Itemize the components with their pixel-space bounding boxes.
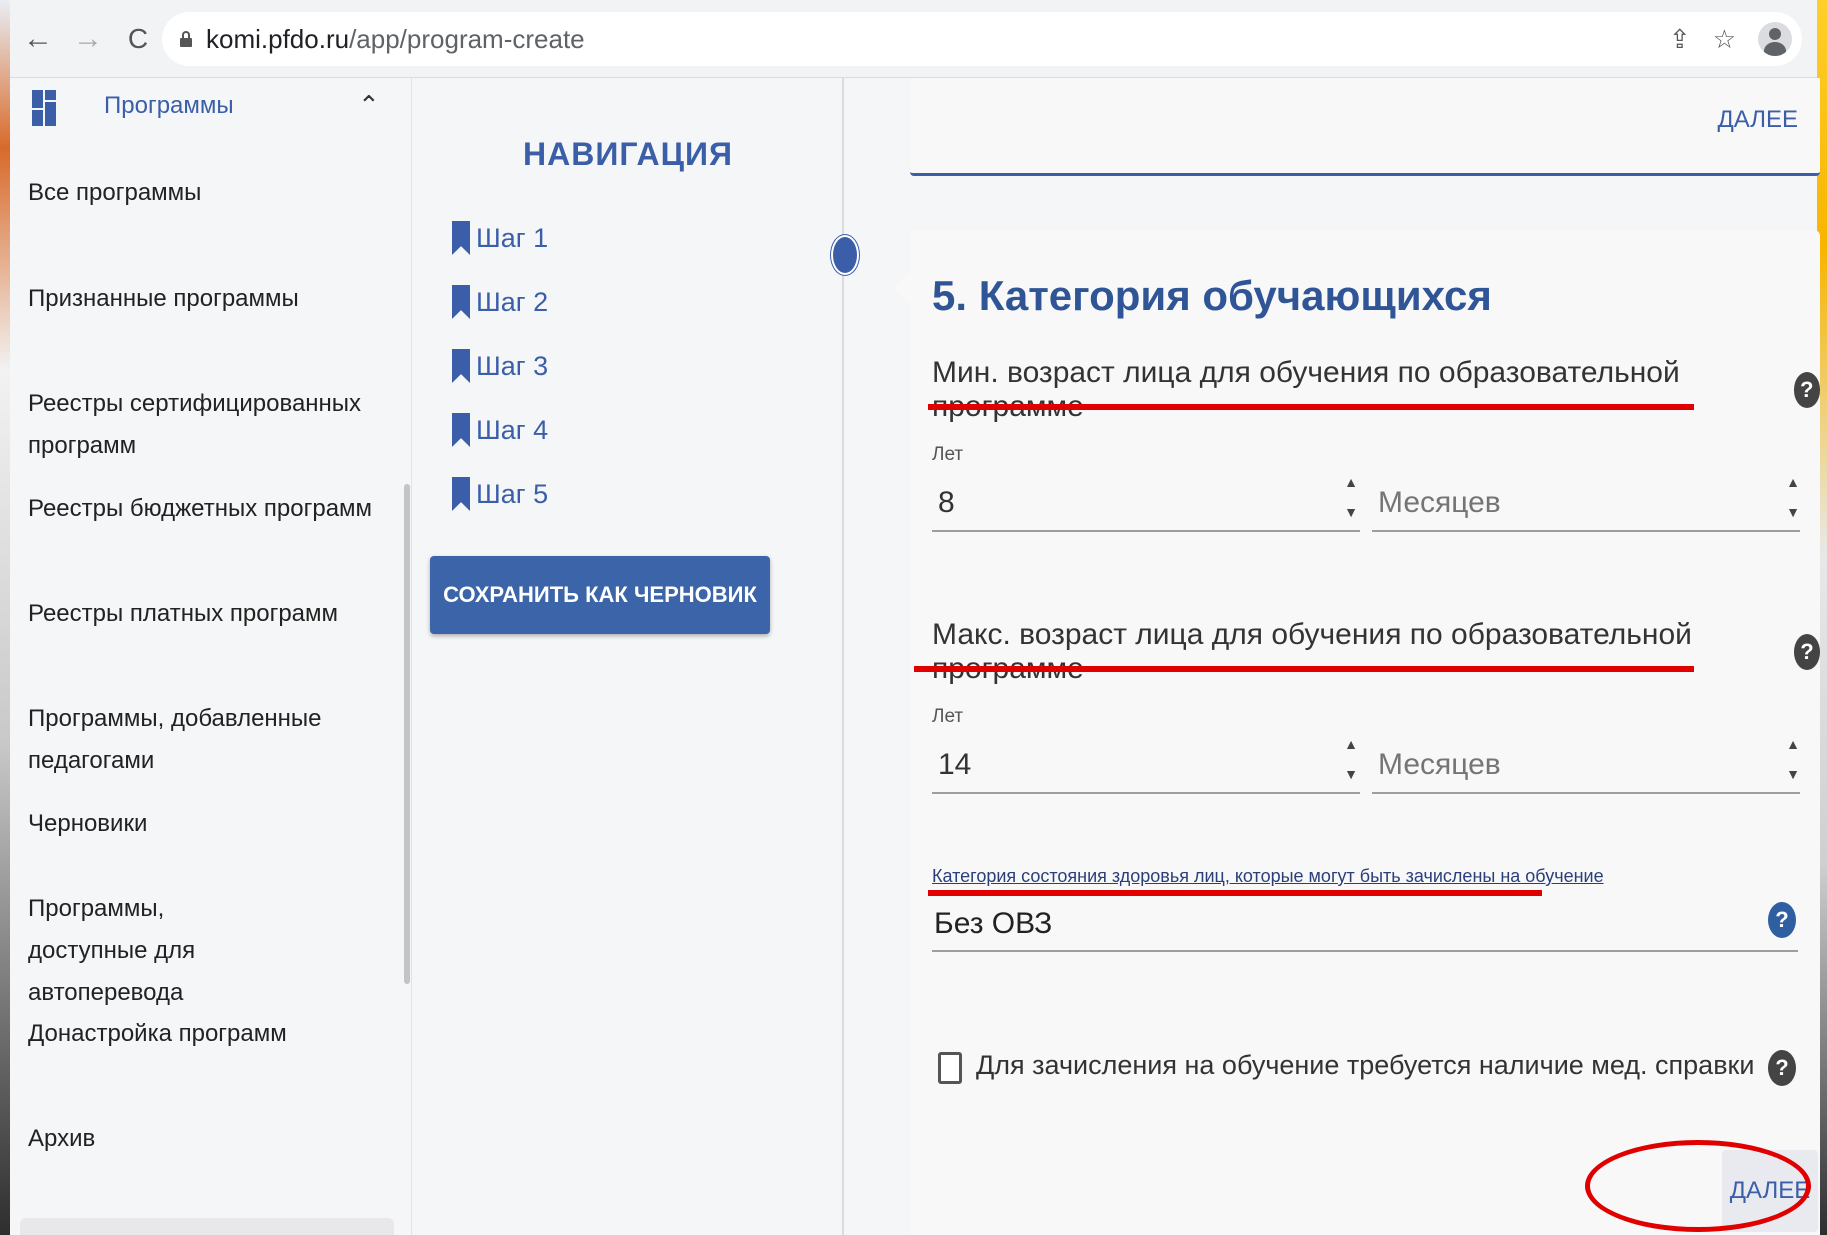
- sidebar-item-recognized-programs[interactable]: Признанные программы: [28, 278, 388, 320]
- browser-toolbar: ← → C komi.pfdo.ru/app/program-create ⇪ …: [10, 0, 1817, 78]
- bookmark-icon: [452, 477, 470, 511]
- navigation-title: НАВИГАЦИЯ: [523, 136, 733, 172]
- sidebar-item-budget-registries[interactable]: Реестры бюджетных программ: [28, 488, 388, 530]
- sidebar: Программы ⌃ Все программы Признанные про…: [10, 78, 412, 1235]
- step-label: Шаг 1: [476, 222, 549, 253]
- share-icon[interactable]: ⇪: [1669, 24, 1691, 55]
- max-age-months-input[interactable]: [1372, 738, 1800, 794]
- background-left-edge: [0, 0, 10, 1235]
- step-label: Шаг 4: [476, 414, 549, 445]
- health-category-value: Без ОВЗ: [934, 907, 1053, 940]
- bookmark-icon: [452, 221, 470, 255]
- help-icon[interactable]: ?: [1768, 902, 1796, 938]
- step-5-link[interactable]: Шаг 5: [452, 472, 548, 516]
- min-age-years-input[interactable]: [932, 476, 1360, 532]
- step-3-link[interactable]: Шаг 3: [452, 344, 548, 388]
- med-certificate-label[interactable]: Для зачисления на обучение требуется нал…: [976, 1050, 1754, 1081]
- chevron-up-icon[interactable]: ⌃: [358, 90, 380, 121]
- health-category-label: Категория состояния здоровья лиц, которы…: [932, 866, 1604, 886]
- step-5-card: 5. Категория обучающихся Мин. возраст ли…: [910, 230, 1820, 1235]
- sidebar-header-programs[interactable]: Программы ⌃: [10, 78, 411, 144]
- star-icon[interactable]: ☆: [1713, 24, 1736, 55]
- sidebar-item-archive[interactable]: Архив: [28, 1118, 388, 1160]
- health-category-select[interactable]: Без ОВЗ: [932, 896, 1798, 952]
- spin-up-icon[interactable]: ▲: [1343, 474, 1359, 490]
- min-age-months-input[interactable]: [1372, 476, 1800, 532]
- spin-up-icon[interactable]: ▲: [1343, 736, 1359, 752]
- min-age-heading: Мин. возраст лица для обучения по образо…: [932, 356, 1820, 424]
- section-title: 5. Категория обучающихся: [932, 272, 1492, 319]
- min-years-label: Лет: [932, 444, 964, 465]
- max-age-heading: Макс. возраст лица для обучения по образ…: [932, 618, 1820, 686]
- step-1-link[interactable]: Шаг 1: [452, 216, 548, 260]
- help-icon[interactable]: ?: [1793, 372, 1820, 408]
- navigation-panel: НАВИГАЦИЯ Шаг 1 Шаг 2 Шаг 3 Шаг 4 Шаг 5 …: [412, 78, 844, 1235]
- lock-icon[interactable]: [180, 31, 192, 47]
- bookmark-icon: [452, 285, 470, 319]
- url-path: /app/program-create: [349, 23, 585, 54]
- spin-down-icon[interactable]: ▼: [1785, 504, 1801, 520]
- sidebar-item-drafts[interactable]: Черновики: [28, 803, 388, 845]
- sidebar-title: Программы: [104, 92, 234, 119]
- sidebar-item-all-programs[interactable]: Все программы: [28, 172, 388, 214]
- red-circle-annotation: [1585, 1140, 1811, 1232]
- dashboard-icon: [32, 90, 56, 126]
- help-icon[interactable]: ?: [1768, 1050, 1796, 1086]
- sidebar-item-paid-registries[interactable]: Реестры платных программ: [28, 593, 388, 635]
- spin-up-icon[interactable]: ▲: [1785, 474, 1801, 490]
- spin-down-icon[interactable]: ▼: [1785, 766, 1801, 782]
- sidebar-item-autotransfer[interactable]: Программы, доступные для автоперевода: [28, 888, 288, 1014]
- max-years-spinner[interactable]: ▲ ▼: [1343, 736, 1359, 782]
- sidebar-scrollbar[interactable]: [404, 484, 410, 984]
- red-underline-annotation: [914, 666, 1694, 672]
- step-label: Шаг 2: [476, 286, 549, 317]
- url-text[interactable]: komi.pfdo.ru/app/program-create: [206, 24, 585, 55]
- next-button-top[interactable]: ДАЛЕЕ: [1717, 106, 1798, 134]
- max-years-label: Лет: [932, 706, 964, 727]
- reload-icon[interactable]: C: [116, 17, 160, 61]
- med-certificate-checkbox[interactable]: [938, 1052, 962, 1084]
- spin-up-icon[interactable]: ▲: [1785, 736, 1801, 752]
- bookmark-icon: [452, 413, 470, 447]
- min-months-spinner[interactable]: ▲ ▼: [1785, 474, 1801, 520]
- max-age-years-input[interactable]: [932, 738, 1360, 794]
- forward-icon[interactable]: →: [66, 17, 110, 61]
- sidebar-item-teacher-programs[interactable]: Программы, добавленные педагогами: [28, 698, 388, 782]
- timeline-step-marker: [831, 235, 859, 275]
- previous-step-card: ДАЛЕЕ: [910, 78, 1820, 176]
- card-pointer: [892, 272, 910, 304]
- step-label: Шаг 5: [476, 478, 549, 509]
- sidebar-item-certified-registries[interactable]: Реестры сертифицированных программ: [28, 383, 388, 467]
- step-label: Шаг 3: [476, 350, 549, 381]
- min-age-heading-text: Мин. возраст лица для обучения по образо…: [932, 356, 1680, 423]
- help-icon[interactable]: ?: [1793, 634, 1820, 670]
- address-bar[interactable]: komi.pfdo.ru/app/program-create ⇪ ☆: [162, 12, 1802, 66]
- step-4-link[interactable]: Шаг 4: [452, 408, 548, 452]
- red-underline-annotation: [928, 404, 1694, 410]
- step-2-link[interactable]: Шаг 2: [452, 280, 548, 324]
- sidebar-bottom-panel: [20, 1218, 394, 1235]
- sidebar-item-program-setup[interactable]: Донастройка программ: [28, 1013, 388, 1055]
- max-age-heading-text: Макс. возраст лица для обучения по образ…: [932, 618, 1692, 685]
- url-host: komi.pfdo.ru: [206, 23, 350, 54]
- profile-avatar-icon[interactable]: [1758, 22, 1792, 56]
- max-months-spinner[interactable]: ▲ ▼: [1785, 736, 1801, 782]
- spin-down-icon[interactable]: ▼: [1343, 766, 1359, 782]
- spin-down-icon[interactable]: ▼: [1343, 504, 1359, 520]
- back-icon[interactable]: ←: [16, 17, 60, 61]
- min-years-spinner[interactable]: ▲ ▼: [1343, 474, 1359, 520]
- save-draft-button[interactable]: СОХРАНИТЬ КАК ЧЕРНОВИК: [430, 556, 770, 634]
- bookmark-icon: [452, 349, 470, 383]
